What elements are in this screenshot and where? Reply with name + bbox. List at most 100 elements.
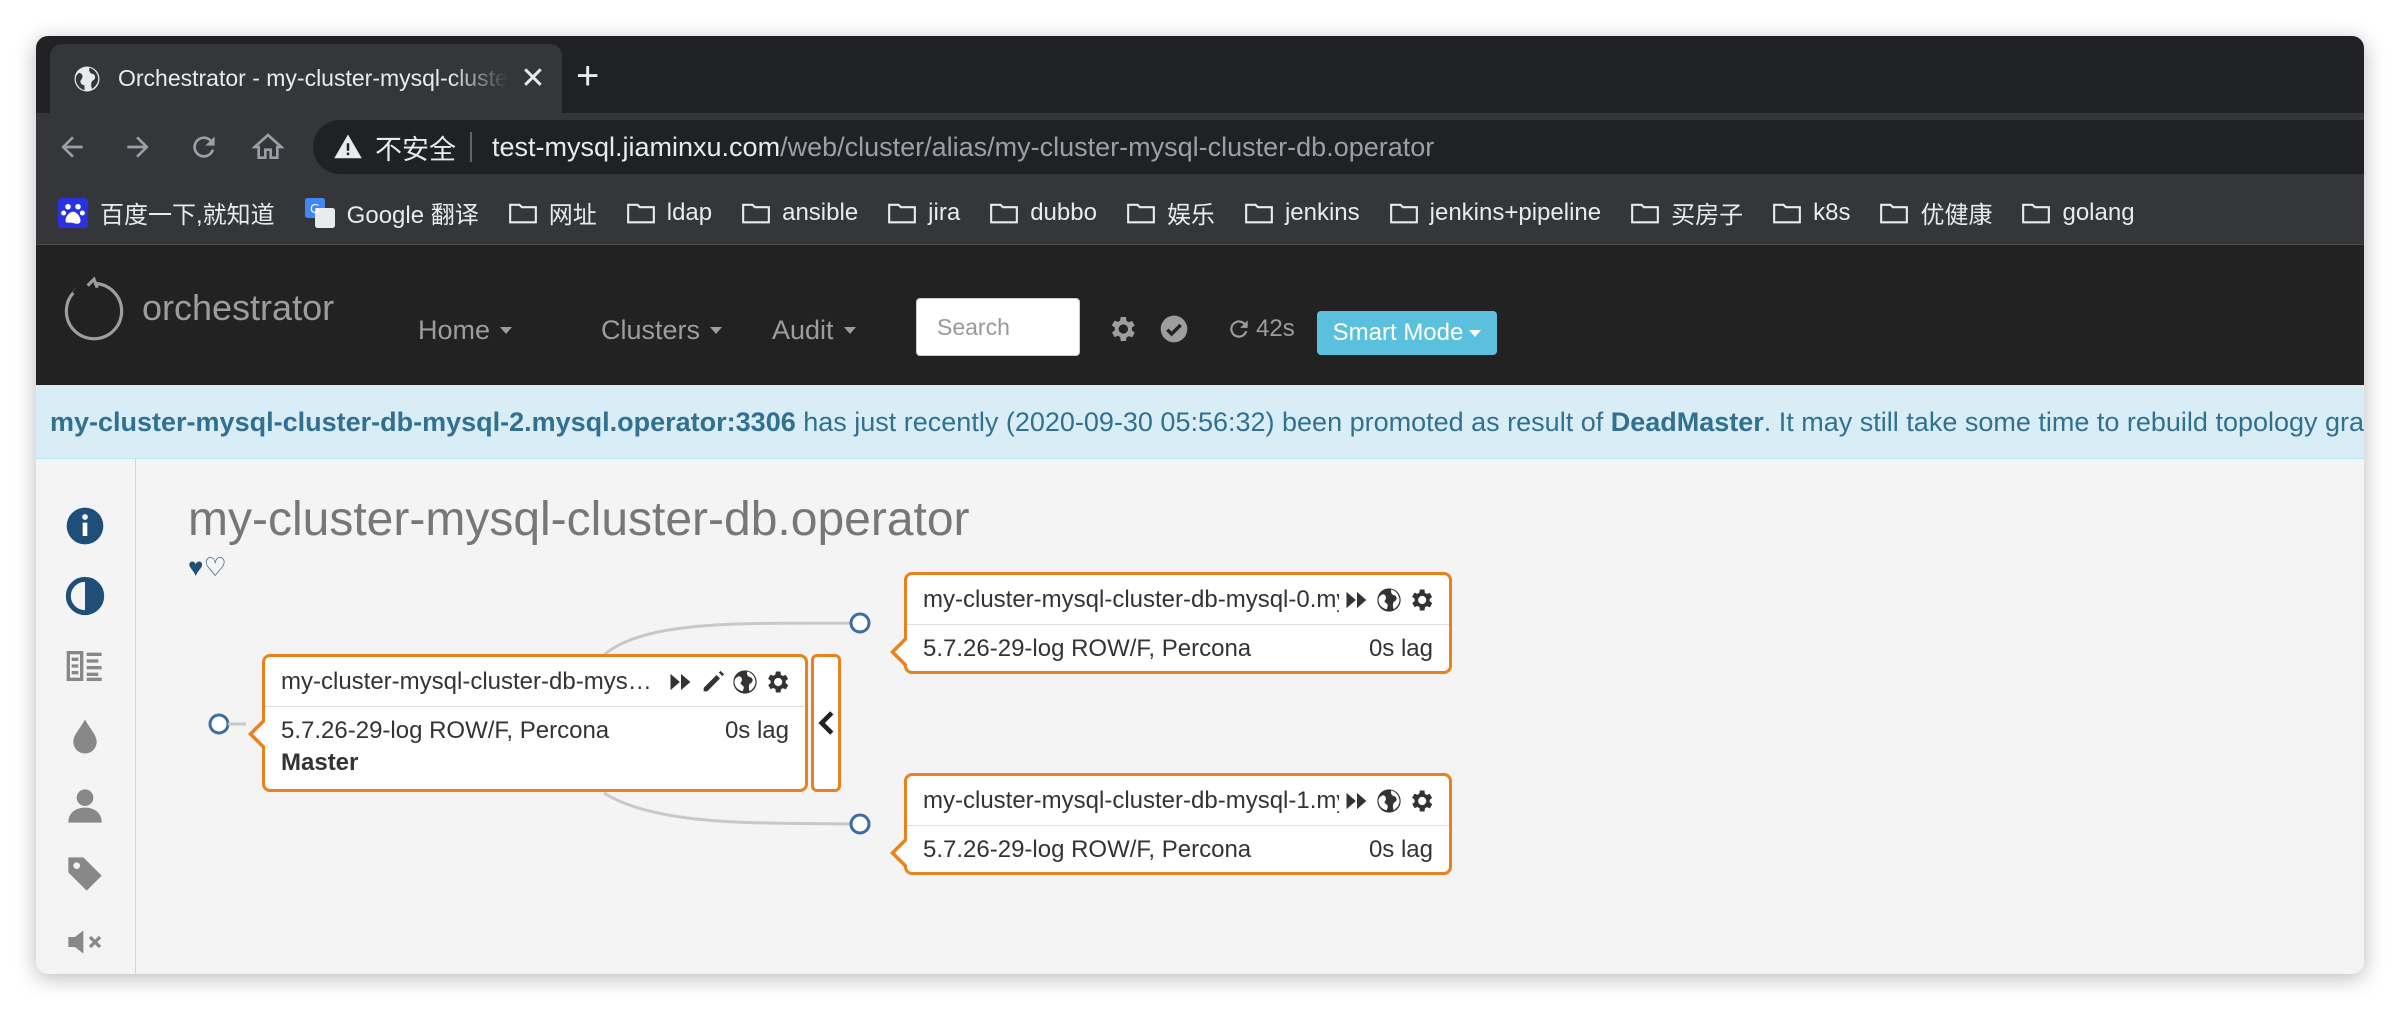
folder-icon <box>1127 201 1167 225</box>
node-header: my-cluster-mysql-cluster-db-mysql-1.mysq… <box>907 776 1449 826</box>
folder-icon <box>1631 201 1671 225</box>
globe-icon[interactable] <box>731 668 759 696</box>
app-navbar: orchestrator Home Clusters Audit 42s Sma… <box>36 245 2364 385</box>
tab-strip: Orchestrator - my-cluster-mysql-cluster-… <box>36 36 2364 113</box>
list-compare-icon[interactable] <box>62 643 108 689</box>
bookmark-item[interactable]: 优健康 <box>1880 195 1992 230</box>
pencil-icon[interactable] <box>699 668 727 696</box>
menu-audit-label: Audit <box>772 315 834 345</box>
search-input[interactable] <box>916 298 1080 356</box>
folder-icon <box>1389 201 1430 225</box>
home-icon[interactable] <box>248 127 288 167</box>
fast-forward-icon[interactable] <box>1343 787 1371 815</box>
replica-node[interactable]: my-cluster-mysql-cluster-db-mysql-0.mysq… <box>890 572 1452 674</box>
smart-mode-label: Smart Mode <box>1332 319 1464 346</box>
browser-window: Orchestrator - my-cluster-mysql-cluster-… <box>36 36 2364 974</box>
bookmarks-bar: 百度一下,就知道 G Google 翻译 网址 ldap ansible jira dubbo… <box>36 181 2364 245</box>
bookmark-item[interactable]: golang <box>2022 198 2135 227</box>
tab-title: Orchestrator - my-cluster-mysql-cluster-… <box>118 65 508 91</box>
collapse-replicas-button[interactable] <box>811 654 841 792</box>
forward-icon[interactable] <box>118 127 158 167</box>
page-title: my-cluster-mysql-cluster-db.operator <box>188 493 970 546</box>
orchestrator-logo-icon <box>64 276 124 341</box>
node-body: 5.7.26-29-log ROW/F, Percona 0s lag <box>907 826 1449 874</box>
brand-name[interactable]: orchestrator <box>142 287 334 329</box>
bookmark-label: ansible <box>782 198 859 226</box>
check-circle-icon[interactable] <box>1158 313 1190 345</box>
replica-node[interactable]: my-cluster-mysql-cluster-db-mysql-1.mysq… <box>890 773 1452 875</box>
back-icon[interactable] <box>52 127 92 167</box>
menu-home-label: Home <box>418 315 491 345</box>
address-bar[interactable]: 不安全 test-mysql.jiaminxu.com /web/cluster… <box>313 120 2364 174</box>
tag-icon[interactable] <box>62 851 108 897</box>
bookmark-item[interactable]: 买房子 <box>1631 195 1743 230</box>
cluster-sidebar <box>36 459 136 974</box>
bookmark-item[interactable]: dubbo <box>990 199 1097 227</box>
svg-text:G: G <box>310 201 320 216</box>
url-path: /web/cluster/alias/my-cluster-mysql-clus… <box>780 131 1435 162</box>
gear-icon[interactable] <box>1106 313 1138 345</box>
folder-icon <box>990 201 1030 225</box>
bookmark-item[interactable]: jira <box>888 199 960 227</box>
bookmark-item[interactable]: ansible <box>742 199 858 227</box>
folder-icon <box>1245 201 1285 225</box>
alert-text-2: . It may still take some time to rebuild… <box>1763 407 2364 437</box>
bookmark-label: jenkins <box>1284 198 1360 226</box>
menu-clusters[interactable]: Clusters <box>601 315 723 346</box>
bookmark-label: dubbo <box>1030 198 1097 226</box>
caret-down-icon <box>1469 329 1482 337</box>
folder-icon <box>2022 201 2062 225</box>
node-header: my-cluster-mysql-cluster-db-mysql-0.mysq… <box>907 575 1449 625</box>
browser-tab[interactable]: Orchestrator - my-cluster-mysql-cluster-… <box>50 44 562 113</box>
node-body: 5.7.26-29-log ROW/F, Percona 0s lag Mast… <box>265 707 805 777</box>
bookmark-item[interactable]: 百度一下,就知道 <box>58 195 275 230</box>
node-lag: 0s lag <box>724 717 789 744</box>
replica2-connector-node <box>849 813 871 835</box>
replica1-connector-node <box>849 612 871 634</box>
favorite-hearts-icon[interactable]: ♥♡ <box>188 552 227 583</box>
bookmark-label: jenkins+pipeline <box>1429 198 1602 226</box>
bookmark-label: golang <box>2062 198 2135 226</box>
refresh-countdown-label: 42s <box>1256 315 1295 342</box>
user-icon[interactable] <box>62 783 108 829</box>
bookmark-item[interactable]: 娱乐 <box>1127 195 1215 230</box>
bookmark-label: k8s <box>1813 198 1851 226</box>
bookmark-item[interactable]: ldap <box>626 199 712 227</box>
globe-icon[interactable] <box>1375 787 1403 815</box>
fast-forward-icon[interactable] <box>1343 586 1371 614</box>
node-lag: 0s lag <box>1368 635 1433 662</box>
bookmark-label: Google 翻译 <box>346 202 479 229</box>
globe-icon <box>74 66 100 91</box>
gear-icon[interactable] <box>1407 787 1435 815</box>
new-tab-icon[interactable]: + <box>576 56 599 96</box>
bookmark-item[interactable]: jenkins+pipeline <box>1389 198 1602 227</box>
menu-home[interactable]: Home <box>418 315 513 346</box>
contrast-icon[interactable] <box>62 573 108 619</box>
globe-icon[interactable] <box>1375 586 1403 614</box>
smart-mode-button[interactable]: Smart Mode <box>1317 311 1497 355</box>
refresh-countdown[interactable]: 42s <box>1226 315 1295 343</box>
node-version: 5.7.26-29-log ROW/F, Percona <box>923 836 1252 863</box>
fast-forward-icon[interactable] <box>667 668 695 696</box>
tab-close-icon[interactable]: ✕ <box>518 61 548 96</box>
node-body: 5.7.26-29-log ROW/F, Percona 0s lag <box>907 625 1449 673</box>
folder-icon <box>742 201 782 225</box>
bookmark-item[interactable]: jenkins <box>1245 199 1360 227</box>
bookmark-item[interactable]: 网址 <box>508 195 597 230</box>
bookmark-item[interactable]: k8s <box>1773 199 1850 227</box>
node-name: my-cluster-mysql-cluster-db-mysql-2.mysq… <box>281 667 663 695</box>
bookmark-label: jira <box>928 198 961 226</box>
bookmark-label: 百度一下,就知道 <box>100 202 275 229</box>
gear-icon[interactable] <box>763 668 791 696</box>
info-icon[interactable] <box>62 503 108 549</box>
master-node[interactable]: my-cluster-mysql-cluster-db-mysql-2.mysq… <box>248 654 808 792</box>
reload-icon[interactable] <box>184 127 224 167</box>
mute-icon[interactable] <box>62 919 108 965</box>
bookmark-item[interactable]: G Google 翻译 <box>304 195 479 230</box>
tint-icon[interactable] <box>62 713 108 759</box>
omnibox-divider <box>470 132 472 162</box>
bookmark-label: 网址 <box>548 202 597 229</box>
gear-icon[interactable] <box>1407 586 1435 614</box>
alert-analysis: DeadMaster <box>1610 407 1764 437</box>
menu-audit[interactable]: Audit <box>772 315 856 346</box>
